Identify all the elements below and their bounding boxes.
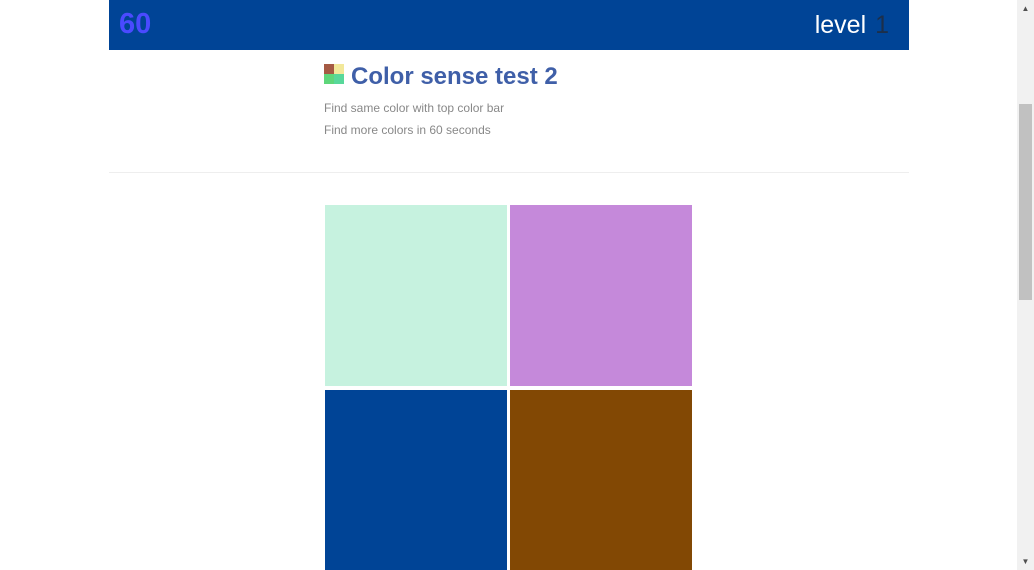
game-header: Color sense test 2 Find same color with … — [324, 62, 558, 141]
level-indicator: level 1 — [815, 10, 889, 40]
logo-square-1 — [324, 64, 334, 74]
color-tile-1[interactable] — [325, 205, 507, 386]
logo-square-2 — [334, 64, 344, 74]
vertical-scrollbar[interactable]: ▲ ▼ — [1017, 0, 1034, 570]
logo-square-3 — [324, 74, 334, 84]
color-tile-2[interactable] — [510, 205, 692, 386]
header-divider — [109, 172, 909, 173]
color-tile-3[interactable] — [325, 390, 507, 570]
color-tile-board — [325, 205, 692, 570]
logo-square-4 — [334, 74, 344, 84]
page-title: Color sense test 2 — [351, 63, 558, 90]
four-color-squares-icon — [324, 64, 344, 84]
scroll-up-arrow-icon[interactable]: ▲ — [1017, 0, 1034, 17]
scrollbar-thumb[interactable] — [1019, 104, 1032, 300]
target-color-bar: 60 level 1 — [109, 0, 909, 50]
instruction-line-1: Find same color with top color bar — [324, 101, 505, 115]
color-tile-4[interactable] — [510, 390, 692, 570]
game-page: 60 level 1 Color sense test 2 Find same … — [0, 0, 1034, 570]
scroll-down-arrow-icon[interactable]: ▼ — [1017, 553, 1034, 570]
instruction-line-2: Find more colors in 60 seconds — [324, 123, 491, 137]
countdown-timer: 60 — [119, 8, 152, 40]
level-label: level — [814, 11, 867, 39]
level-number: 1 — [875, 11, 889, 39]
